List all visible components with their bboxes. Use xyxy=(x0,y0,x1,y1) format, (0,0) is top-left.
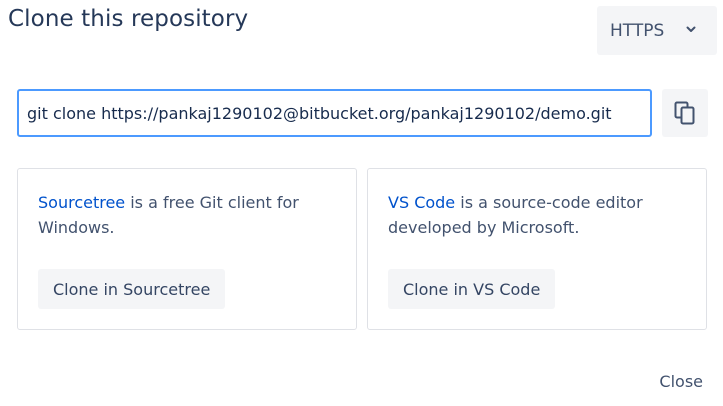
sourcetree-link[interactable]: Sourcetree xyxy=(38,193,125,212)
chevron-down-icon xyxy=(686,26,696,32)
copy-button[interactable] xyxy=(662,89,708,137)
clone-in-vscode-button[interactable]: Clone in VS Code xyxy=(388,269,556,309)
copy-icon xyxy=(674,101,695,125)
dialog-title: Clone this repository xyxy=(8,6,249,32)
clone-command-input[interactable] xyxy=(17,89,652,137)
vscode-link[interactable]: VS Code xyxy=(388,193,455,212)
protocol-select[interactable]: HTTPS xyxy=(597,6,717,55)
sourcetree-card: Sourcetree is a free Git client for Wind… xyxy=(17,168,357,330)
vscode-card: VS Code is a source-code editor develope… xyxy=(367,168,707,330)
sourcetree-description: Sourcetree is a free Git client for Wind… xyxy=(38,190,338,240)
clone-repository-dialog: Clone this repository HTTPS Sourcetree i… xyxy=(0,0,723,406)
protocol-selected-value: HTTPS xyxy=(610,20,665,41)
close-button[interactable]: Close xyxy=(659,372,703,391)
clone-in-sourcetree-button[interactable]: Clone in Sourcetree xyxy=(38,269,226,309)
vscode-description: VS Code is a source-code editor develope… xyxy=(388,190,688,240)
